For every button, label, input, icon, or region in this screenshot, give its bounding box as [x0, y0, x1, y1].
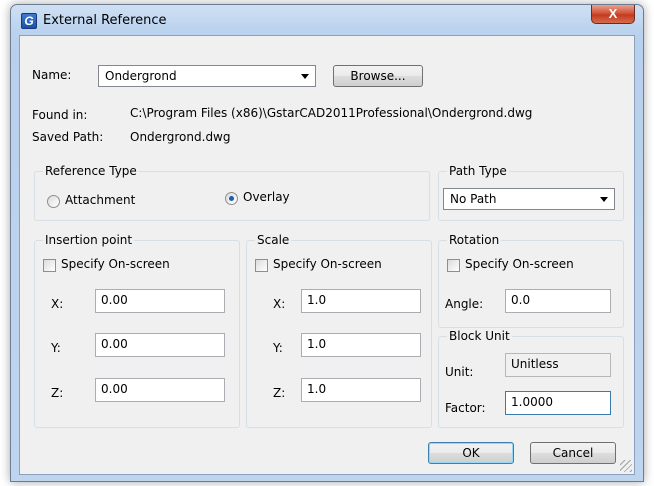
insertion-z-label: Z: [51, 386, 64, 400]
angle-input[interactable]: 0.0 [505, 289, 611, 313]
scale-x-label: X: [273, 297, 286, 311]
path-type-group: Path Type No Path [438, 164, 624, 221]
saved-path-label: Saved Path: [32, 130, 104, 144]
overlay-radio[interactable] [225, 192, 238, 205]
unit-value: Unitless [505, 353, 611, 377]
rotation-title: Rotation [447, 233, 502, 247]
window-title: External Reference [43, 13, 167, 28]
scale-specify-label[interactable]: Specify On-screen [273, 257, 382, 271]
scale-x-input[interactable]: 1.0 [301, 289, 421, 313]
name-label: Name: [32, 68, 72, 82]
resize-grip-icon[interactable] [620, 460, 632, 472]
unit-label: Unit: [445, 365, 474, 379]
found-in-label: Found in: [32, 108, 88, 122]
ok-button[interactable]: OK [428, 442, 514, 464]
insertion-x-input[interactable]: 0.00 [95, 289, 225, 313]
insertion-point-group: Insertion point Specify On-screen X: 0.0… [34, 233, 240, 428]
reference-type-title: Reference Type [43, 164, 139, 178]
title-bar[interactable]: G External Reference X [11, 5, 643, 35]
saved-path-value: Ondergrond.dwg [130, 130, 231, 144]
block-unit-group: Block Unit Unit: Unitless Factor: 1.0000 [438, 329, 624, 428]
insertion-point-title: Insertion point [43, 233, 135, 247]
scale-specify-checkbox[interactable] [255, 259, 268, 272]
block-unit-title: Block Unit [447, 329, 512, 343]
browse-button[interactable]: Browse... [333, 65, 423, 87]
scale-title: Scale [255, 233, 292, 247]
insertion-specify-checkbox[interactable] [43, 259, 56, 272]
name-dropdown-value: Ondergrond [105, 69, 177, 83]
insertion-z-input[interactable]: 0.00 [95, 378, 225, 402]
insertion-x-label: X: [51, 297, 64, 311]
reference-type-group: Reference Type Attachment Overlay [34, 164, 430, 221]
close-button[interactable]: X [591, 5, 635, 24]
name-dropdown[interactable]: Ondergrond [98, 65, 316, 87]
overlay-label[interactable]: Overlay [243, 190, 290, 204]
scale-z-input[interactable]: 1.0 [301, 378, 421, 402]
rotation-specify-checkbox[interactable] [447, 259, 460, 272]
chevron-down-icon [600, 197, 608, 202]
cancel-button[interactable]: Cancel [530, 442, 616, 464]
rotation-group: Rotation Specify On-screen Angle: 0.0 [438, 233, 624, 328]
attachment-radio[interactable] [47, 195, 60, 208]
scale-y-label: Y: [273, 341, 283, 355]
external-reference-window: G External Reference X Name: Ondergrond … [10, 4, 644, 482]
found-in-value: C:\Program Files (x86)\GstarCAD2011Profe… [130, 106, 533, 120]
insertion-y-input[interactable]: 0.00 [95, 333, 225, 357]
insertion-specify-label[interactable]: Specify On-screen [61, 257, 170, 271]
scale-y-input[interactable]: 1.0 [301, 333, 421, 357]
path-type-value: No Path [450, 192, 497, 206]
app-icon: G [21, 13, 37, 29]
angle-label: Angle: [445, 297, 484, 311]
dialog-client: Name: Ondergrond Browse... Found in: C:\… [19, 35, 635, 475]
path-type-dropdown[interactable]: No Path [443, 188, 615, 210]
factor-input[interactable]: 1.0000 [505, 391, 611, 415]
attachment-label[interactable]: Attachment [65, 193, 135, 207]
factor-label: Factor: [445, 401, 486, 415]
rotation-specify-label[interactable]: Specify On-screen [465, 257, 574, 271]
chevron-down-icon [301, 74, 309, 79]
path-type-title: Path Type [447, 164, 509, 178]
insertion-y-label: Y: [51, 341, 61, 355]
scale-group: Scale Specify On-screen X: 1.0 Y: 1.0 Z:… [246, 233, 432, 428]
scale-z-label: Z: [273, 386, 286, 400]
